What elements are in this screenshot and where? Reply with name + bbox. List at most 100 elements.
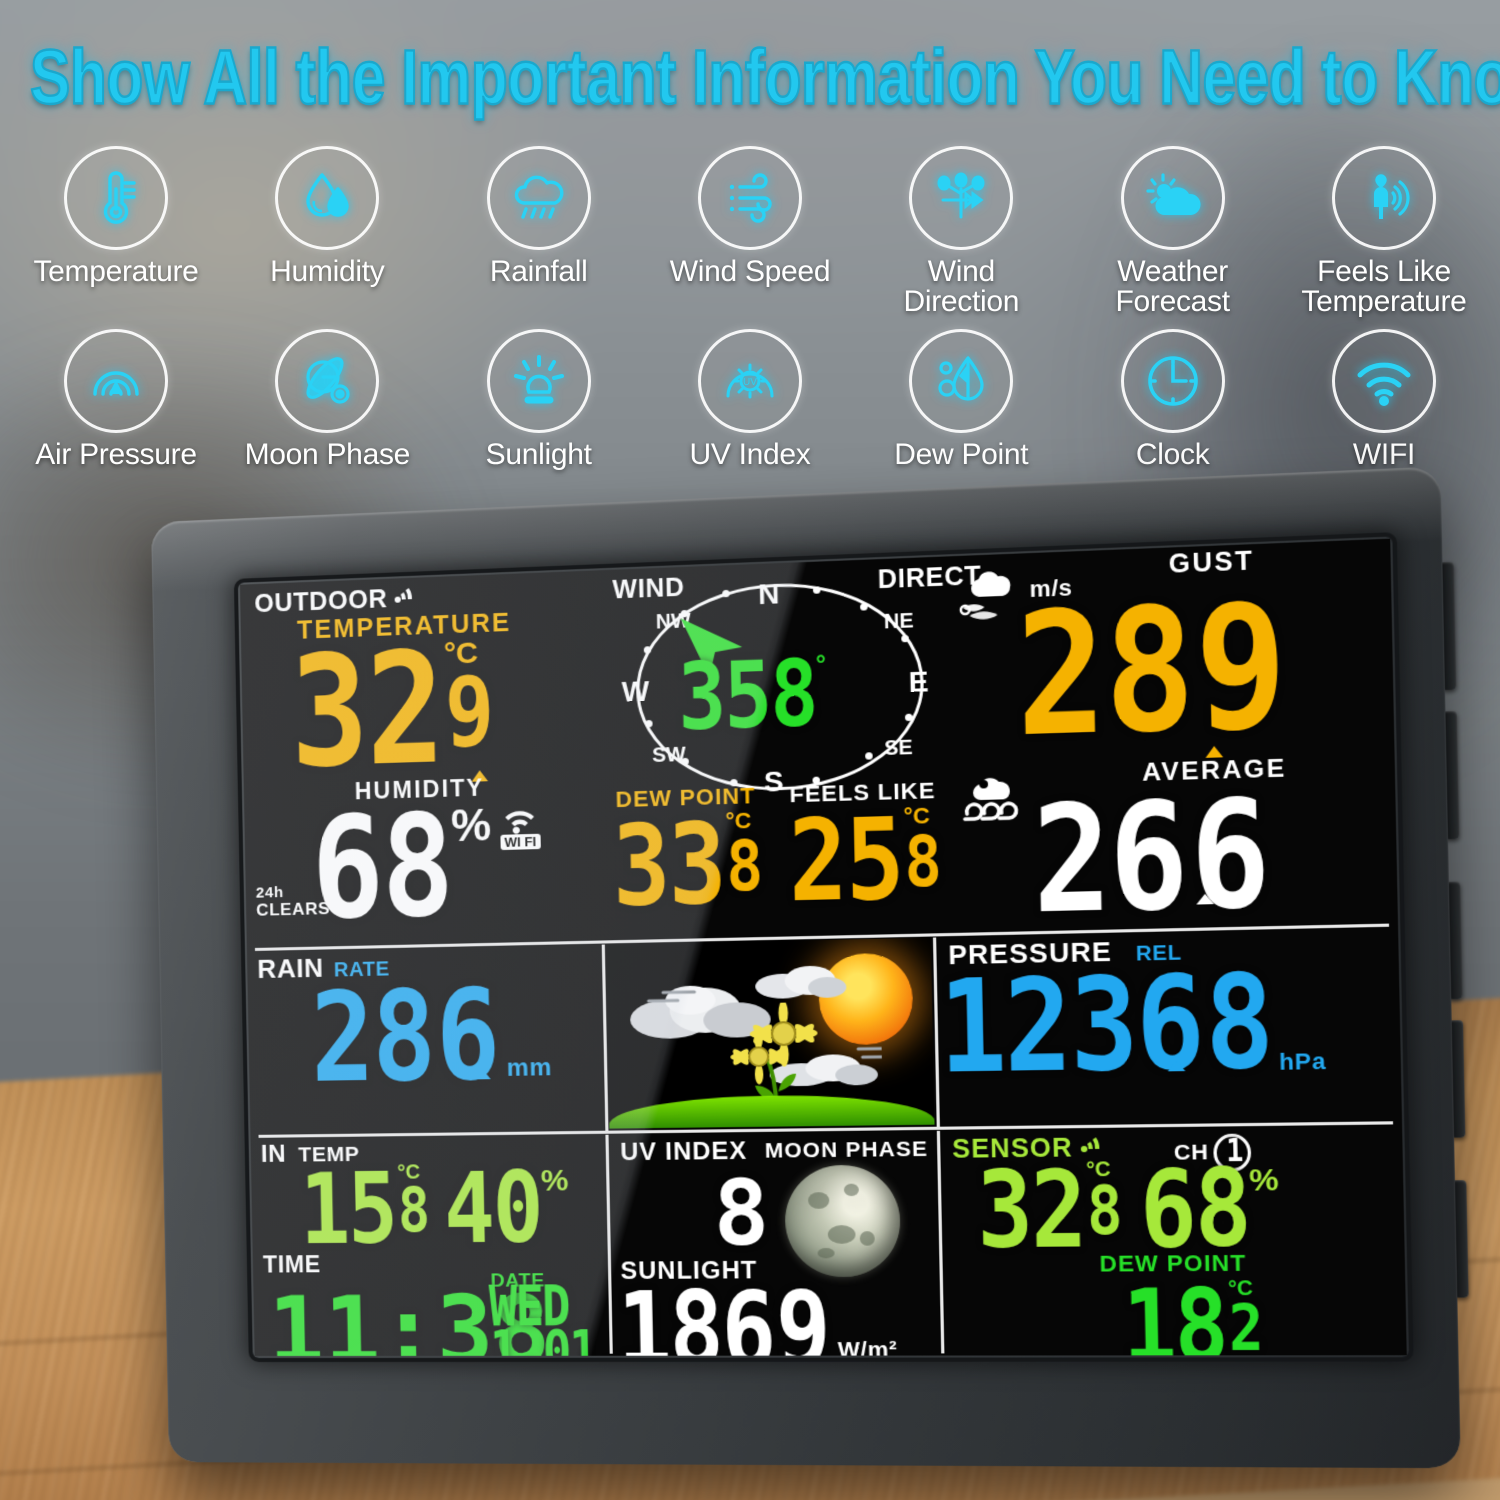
thermometer-icon	[85, 167, 147, 229]
feature-icon-ring	[64, 329, 168, 433]
dew-point-decimal: 8	[726, 824, 762, 907]
moon-phase-display	[784, 1165, 901, 1278]
time-label: TIME	[263, 1251, 321, 1277]
feature-label: Clock	[1136, 440, 1210, 470]
indoor-temp-decimal: 8	[397, 1175, 428, 1247]
indoor-readout: 15 °C 8 40 %	[299, 1160, 570, 1259]
feature-label: Weather Forecast	[1115, 257, 1229, 317]
gust-decimal: 9	[1193, 566, 1287, 769]
uv-readout: 8	[712, 1160, 768, 1266]
sunlight-decimal: 9	[775, 1270, 830, 1356]
feature-icon-ring	[1332, 329, 1436, 433]
feature-label: Wind Direction	[903, 257, 1019, 317]
feature-label: Rainfall	[490, 257, 588, 287]
average-value: 26	[1031, 772, 1188, 948]
feature-icon-ring	[275, 146, 379, 250]
feature-icon-ring	[64, 146, 168, 250]
feature-clock: Clock	[1075, 329, 1271, 470]
outdoor-temperature-readout: 32 °C 9	[289, 632, 493, 789]
sunlight-unit: W/m²	[837, 1337, 897, 1356]
rain-decimal: 6	[435, 962, 500, 1109]
feature-icon-ring: UV	[698, 329, 802, 433]
wifi-icon	[499, 807, 541, 835]
feature-icon-ring	[1121, 329, 1225, 433]
water-drop-icon	[296, 167, 358, 229]
pressure-decimal: 8	[1203, 946, 1273, 1099]
feature-label: Sunlight	[486, 440, 592, 470]
wind-direction-value: 358	[677, 638, 817, 751]
feature-feels-like-temperature: Feels Like Temperature	[1286, 146, 1482, 317]
indoor-humidity-unit: %	[541, 1164, 569, 1199]
feature-label: Moon Phase	[245, 440, 410, 470]
weather-forecast-scene	[606, 938, 935, 1129]
sun-cloud-icon	[1141, 167, 1205, 229]
outdoor-humidity-unit: %	[451, 800, 492, 852]
outdoor-humidity-value: 68	[310, 783, 453, 951]
dew-drops-icon	[930, 350, 992, 412]
moon-phase-label-wrap: MOON PHASE	[765, 1137, 929, 1164]
wind-direction-readout: 358 °	[677, 644, 890, 743]
feature-sunlight: Sunlight	[441, 329, 637, 470]
grass-icon	[609, 1093, 935, 1128]
feature-wind-direction: Wind Direction	[863, 146, 1059, 317]
average-trend-arrow	[1196, 894, 1214, 905]
sensor-dew-point-decimal: 2	[1228, 1291, 1262, 1356]
sunlight-value: 186	[616, 1270, 775, 1356]
feels-like-value: 25	[787, 793, 903, 927]
clock-icon	[1142, 350, 1204, 412]
feature-icon-ring	[698, 146, 802, 250]
indoor-temp-value: 15	[299, 1153, 397, 1267]
compass-point-se: SE	[884, 736, 913, 761]
uv-gauge-icon: UV	[719, 350, 781, 412]
time-label-wrap: TIME	[263, 1251, 321, 1278]
feature-icon-ring	[909, 146, 1013, 250]
gust-value: 28	[1014, 569, 1195, 774]
feature-rainfall: Rainfall	[441, 146, 637, 317]
rf-signal-icon	[393, 586, 420, 612]
feature-label: WIFI	[1353, 440, 1415, 470]
weather-station-device: OUTDOOR TEMPERATURE 32 °C 9 HUMIDITY 68 …	[151, 466, 1461, 1468]
person-waves-icon	[1353, 167, 1415, 229]
page-title: Show All the Important Information You N…	[30, 34, 1470, 122]
full-moon-icon	[784, 1165, 901, 1278]
sensor-temp-decimal: 8	[1086, 1172, 1121, 1250]
indoor-humidity-value: 40	[443, 1151, 542, 1266]
feature-icon-ring	[487, 146, 591, 250]
feature-label: Air Pressure	[35, 440, 196, 470]
sensor-dew-point-readout: 18 °C 2	[1122, 1277, 1263, 1356]
uv-index-value: 8	[712, 1160, 768, 1266]
svg-text:UV: UV	[743, 377, 757, 388]
feature-label: Feels Like Temperature	[1301, 257, 1466, 317]
feels-like-readout: 25 °C 8	[788, 802, 941, 917]
pressure-value: 1236	[938, 948, 1205, 1103]
feature-row-2: Air Pressure Moon Phase Sunlight UV UV I…	[0, 329, 1500, 470]
sensor-dew-point-value: 18	[1121, 1268, 1227, 1356]
feature-humidity: Humidity	[229, 146, 425, 317]
dew-point-value: 33	[611, 798, 725, 930]
pressure-unit: hPa	[1279, 1048, 1326, 1076]
feature-air-pressure: Air Pressure	[18, 329, 214, 470]
outdoor-clears-indicator: 24h CLEARS	[256, 884, 331, 920]
average-cloud-icon-wrap	[960, 771, 1028, 834]
cloud-gust-icon	[957, 611, 1024, 631]
feature-icon-ring	[1332, 146, 1436, 250]
feature-temperature: Temperature	[18, 146, 214, 317]
lcd-screen: OUTDOOR TEMPERATURE 32 °C 9 HUMIDITY 68 …	[240, 539, 1407, 1356]
barometer-icon	[85, 350, 147, 412]
compass-point-ne: NE	[884, 610, 914, 635]
feature-icon-grid: Temperature Humidity Rainfall Wind Speed…	[0, 146, 1500, 470]
average-decimal: 6	[1189, 769, 1270, 944]
wind-lines-icon	[719, 167, 781, 229]
feature-icon-ring	[1121, 146, 1225, 250]
sensor-humidity-unit: %	[1249, 1163, 1279, 1199]
date-value: 1.01.	[489, 1325, 623, 1356]
feature-row-1: Temperature Humidity Rainfall Wind Speed…	[0, 146, 1500, 317]
compass-point-w: W	[621, 675, 649, 709]
rain-cloud-icon	[507, 167, 571, 229]
sensor-readout: 32 °C 8 68 %	[976, 1156, 1280, 1263]
feature-wind-speed: Wind Speed	[652, 146, 848, 317]
rain-trend-arrow	[474, 1069, 491, 1079]
feature-uv-index: UV UV Index	[652, 329, 848, 470]
feature-dew-point: Dew Point	[863, 329, 1059, 470]
compass-point-n: N	[758, 578, 780, 612]
